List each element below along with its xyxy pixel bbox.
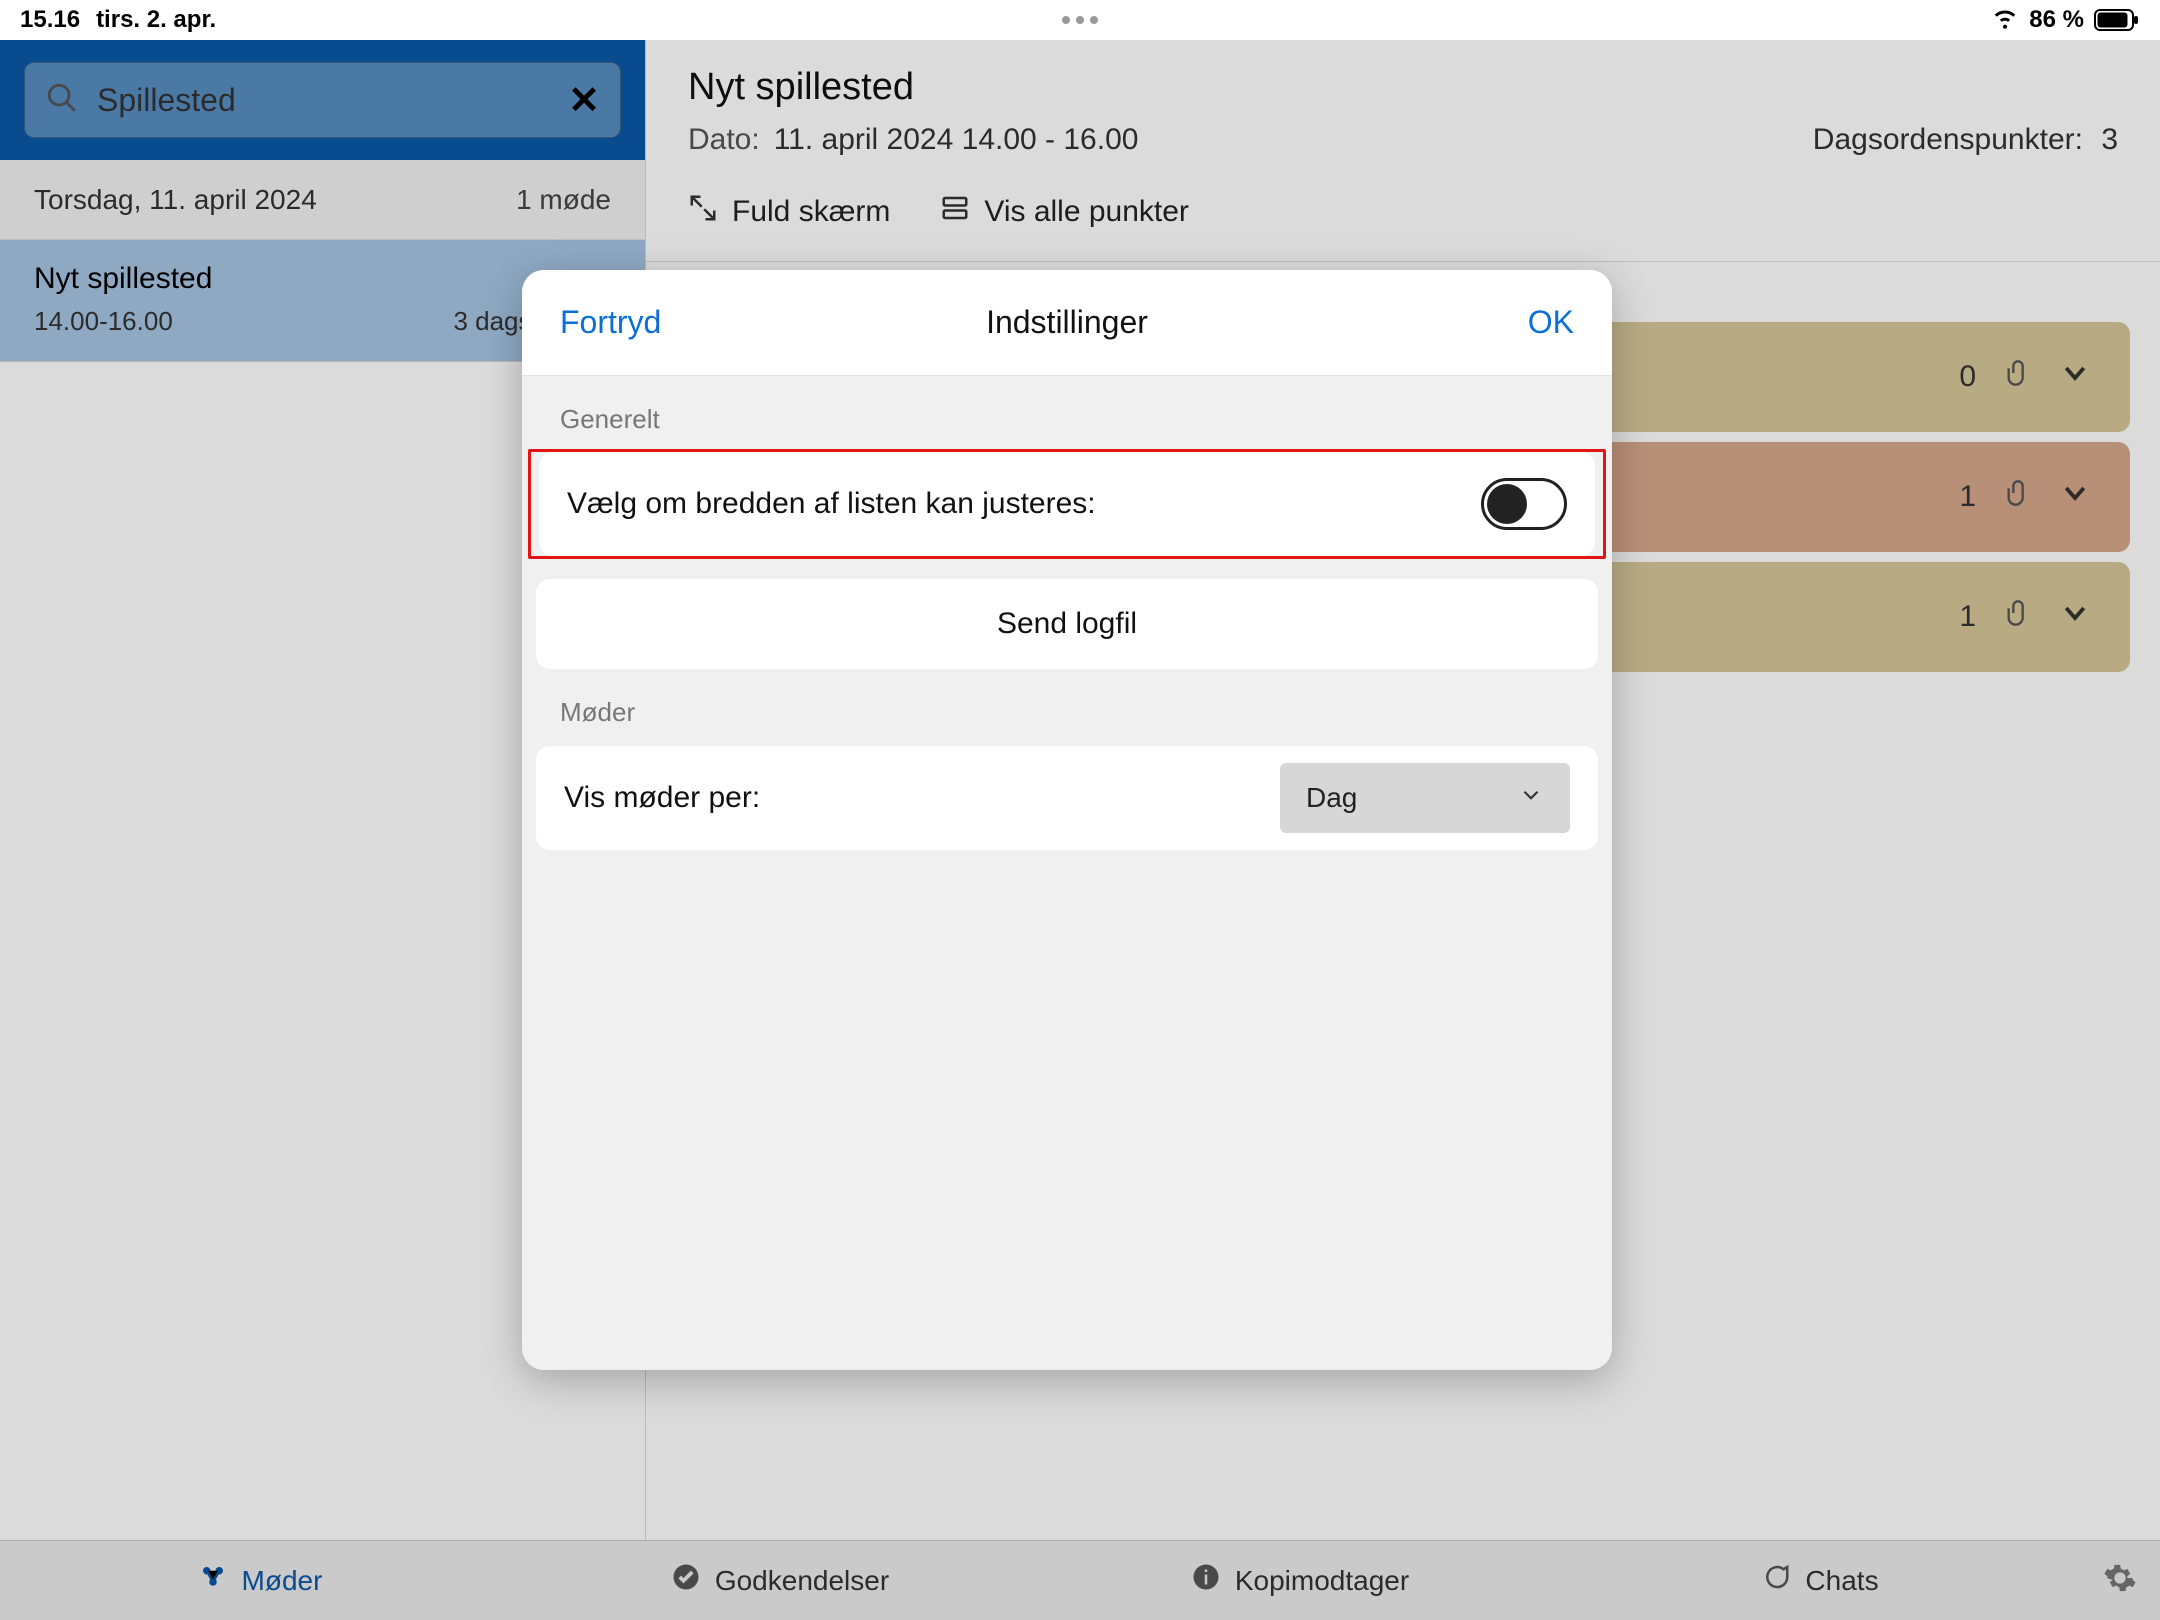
cancel-button[interactable]: Fortryd (560, 304, 661, 341)
battery-percent: 86 % (2029, 6, 2084, 34)
ok-button[interactable]: OK (1528, 304, 1574, 341)
show-meetings-per-value: Dag (1306, 782, 1357, 814)
list-width-toggle-row: Vælg om bredden af listen kan justeres: (539, 452, 1595, 556)
wifi-icon (1991, 3, 2019, 38)
list-width-toggle[interactable] (1481, 478, 1567, 530)
status-time: 15.16 (20, 6, 80, 34)
chevron-down-icon (1518, 782, 1544, 815)
status-bar: 15.16 tirs. 2. apr. 86 % (0, 0, 2160, 40)
multitask-dots-icon (1062, 16, 1098, 24)
settings-modal: Fortryd Indstillinger OK Generelt Vælg o… (522, 270, 1612, 1370)
send-logfile-label: Send logfil (997, 607, 1137, 641)
section-meetings-label: Møder (522, 669, 1612, 742)
highlighted-setting: Vælg om bredden af listen kan justeres: (528, 449, 1606, 559)
list-width-toggle-label: Vælg om bredden af listen kan justeres: (567, 487, 1096, 521)
battery-icon (2094, 9, 2140, 31)
show-meetings-per-row: Vis møder per: Dag (536, 746, 1598, 850)
show-meetings-per-label: Vis møder per: (564, 781, 760, 815)
show-meetings-per-select[interactable]: Dag (1280, 763, 1570, 833)
send-logfile-button[interactable]: Send logfil (536, 579, 1598, 669)
section-general-label: Generelt (522, 376, 1612, 449)
status-date: tirs. 2. apr. (96, 6, 216, 34)
toggle-knob (1487, 484, 1527, 524)
modal-header: Fortryd Indstillinger OK (522, 270, 1612, 376)
modal-title: Indstillinger (986, 304, 1148, 341)
